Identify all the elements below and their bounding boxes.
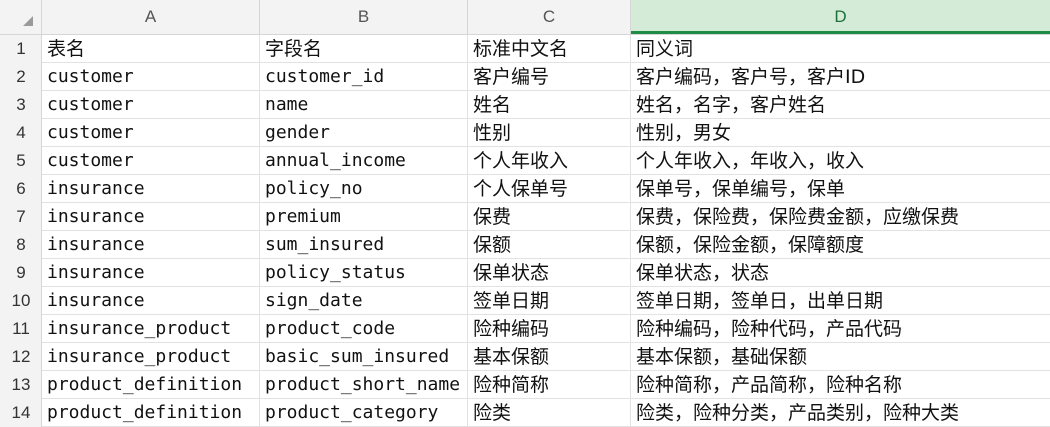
cell-d[interactable]: 险种编码，险种代码，产品代码	[631, 315, 1050, 342]
cell-b[interactable]: gender	[260, 119, 468, 146]
cell-d[interactable]: 基本保额，基础保额	[631, 343, 1050, 370]
row-header[interactable]: 12	[0, 343, 42, 371]
cell-a[interactable]: insurance_product	[42, 315, 260, 342]
cell-d[interactable]: 签单日期，签单日，出单日期	[631, 287, 1050, 314]
cell-c[interactable]: 险类	[468, 399, 631, 426]
cell-c[interactable]: 险种编码	[468, 315, 631, 342]
cell-d[interactable]: 保单号，保单编号，保单	[631, 175, 1050, 202]
cell-d[interactable]: 个人年收入，年收入，收入	[631, 147, 1050, 174]
cell-b[interactable]: name	[260, 91, 468, 118]
row-header[interactable]: 8	[0, 231, 42, 259]
table-row: insurance premium 保费 保费，保险费，保险费金额，应缴保费	[42, 203, 1050, 231]
column-header-d[interactable]: D	[631, 0, 1050, 34]
select-all-icon	[23, 16, 33, 26]
cell-b[interactable]: product_short_name	[260, 371, 468, 398]
cell-a[interactable]: customer	[42, 63, 260, 90]
row-header[interactable]: 3	[0, 91, 42, 119]
row-header[interactable]: 9	[0, 259, 42, 287]
cell-d[interactable]: 保额，保险金额，保障额度	[631, 231, 1050, 258]
cell-a[interactable]: 表名	[42, 35, 260, 62]
table-row: insurance policy_no 个人保单号 保单号，保单编号，保单	[42, 175, 1050, 203]
row-header[interactable]: 13	[0, 371, 42, 399]
cell-a[interactable]: insurance	[42, 287, 260, 314]
row-header[interactable]: 4	[0, 119, 42, 147]
cell-c[interactable]: 基本保额	[468, 343, 631, 370]
row-header[interactable]: 6	[0, 175, 42, 203]
cell-d[interactable]: 同义词	[631, 35, 1050, 62]
cell-b[interactable]: 字段名	[260, 35, 468, 62]
cell-d[interactable]: 险种简称，产品简称，险种名称	[631, 371, 1050, 398]
cell-c[interactable]: 保单状态	[468, 259, 631, 286]
table-row: product_definition product_category 险类 险类，险…	[42, 399, 1050, 427]
table-row: insurance sign_date 签单日期 签单日期，签单日，出单日期	[42, 287, 1050, 315]
row-header-bar: 1 2 3 4 5 6 7 8 9 10 11 12 13 14	[0, 35, 42, 427]
cell-c[interactable]: 保额	[468, 231, 631, 258]
cell-b[interactable]: sum_insured	[260, 231, 468, 258]
table-row: product_definition product_short_name 险种简称…	[42, 371, 1050, 399]
table-row: 表名 字段名 标准中文名 同义词	[42, 35, 1050, 63]
cell-c[interactable]: 个人年收入	[468, 147, 631, 174]
row-header[interactable]: 14	[0, 399, 42, 427]
cell-d[interactable]: 客户编码，客户号，客户ID	[631, 63, 1050, 90]
cell-d[interactable]: 性别，男女	[631, 119, 1050, 146]
cell-b[interactable]: product_code	[260, 315, 468, 342]
cell-a[interactable]: customer	[42, 147, 260, 174]
spreadsheet-grid: A B C D 1 2 3 4 5 6 7 8 9 10 11 12 13 14 表名 字段名 标准中文名 同义…	[0, 0, 1050, 427]
table-row: insurance_product basic_sum_insured 基本保额 基本…	[42, 343, 1050, 371]
row-header[interactable]: 11	[0, 315, 42, 343]
table-row: customer gender 性别 性别，男女	[42, 119, 1050, 147]
cell-a[interactable]: insurance_product	[42, 343, 260, 370]
cell-a[interactable]: customer	[42, 119, 260, 146]
select-all-corner[interactable]	[0, 0, 42, 34]
cell-a[interactable]: insurance	[42, 175, 260, 202]
table-row: insurance policy_status 保单状态 保单状态，状态	[42, 259, 1050, 287]
row-header[interactable]: 10	[0, 287, 42, 315]
column-header-bar: A B C D	[0, 0, 1050, 35]
cell-a[interactable]: insurance	[42, 231, 260, 258]
cell-c[interactable]: 签单日期	[468, 287, 631, 314]
cell-a[interactable]: insurance	[42, 203, 260, 230]
cell-a[interactable]: insurance	[42, 259, 260, 286]
cell-a[interactable]: product_definition	[42, 399, 260, 426]
cell-d[interactable]: 保单状态，状态	[631, 259, 1050, 286]
cell-b[interactable]: product_category	[260, 399, 468, 426]
column-header-b[interactable]: B	[260, 0, 468, 34]
cell-b[interactable]: basic_sum_insured	[260, 343, 468, 370]
cell-b[interactable]: policy_no	[260, 175, 468, 202]
row-header[interactable]: 7	[0, 203, 42, 231]
cell-b[interactable]: sign_date	[260, 287, 468, 314]
cell-b[interactable]: annual_income	[260, 147, 468, 174]
cell-c[interactable]: 标准中文名	[468, 35, 631, 62]
cell-d[interactable]: 保费，保险费，保险费金额，应缴保费	[631, 203, 1050, 230]
cell-b[interactable]: policy_status	[260, 259, 468, 286]
column-header-c[interactable]: C	[468, 0, 631, 34]
table-row: insurance_product product_code 险种编码 险种编码，险种…	[42, 315, 1050, 343]
cell-c[interactable]: 险种简称	[468, 371, 631, 398]
table-row: customer annual_income 个人年收入 个人年收入，年收入，收入	[42, 147, 1050, 175]
column-header-a[interactable]: A	[42, 0, 260, 34]
cell-c[interactable]: 个人保单号	[468, 175, 631, 202]
cell-c[interactable]: 客户编号	[468, 63, 631, 90]
cell-c[interactable]: 保费	[468, 203, 631, 230]
cell-a[interactable]: customer	[42, 91, 260, 118]
cell-d[interactable]: 险类，险种分类，产品类别，险种大类	[631, 399, 1050, 426]
row-header[interactable]: 2	[0, 63, 42, 91]
cell-c[interactable]: 姓名	[468, 91, 631, 118]
cell-a[interactable]: product_definition	[42, 371, 260, 398]
row-header[interactable]: 1	[0, 35, 42, 63]
table-row: customer customer_id 客户编号 客户编码，客户号，客户ID	[42, 63, 1050, 91]
cell-d[interactable]: 姓名，名字，客户姓名	[631, 91, 1050, 118]
table-row: insurance sum_insured 保额 保额，保险金额，保障额度	[42, 231, 1050, 259]
cell-b[interactable]: customer_id	[260, 63, 468, 90]
cell-c[interactable]: 性别	[468, 119, 631, 146]
cell-b[interactable]: premium	[260, 203, 468, 230]
table-row: customer name 姓名 姓名，名字，客户姓名	[42, 91, 1050, 119]
row-header[interactable]: 5	[0, 147, 42, 175]
